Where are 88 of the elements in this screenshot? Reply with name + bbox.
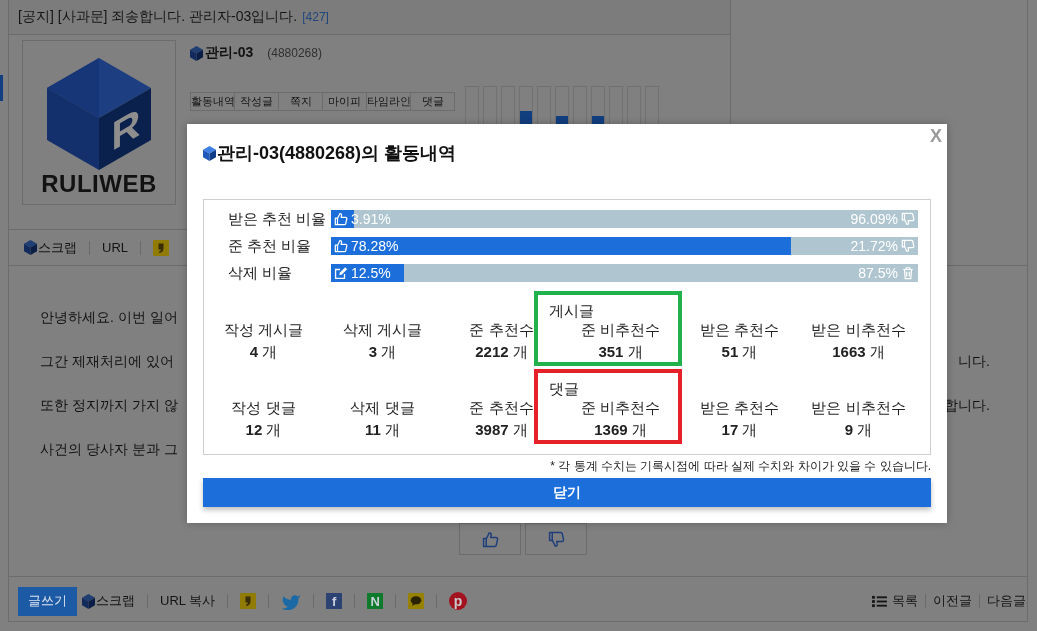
list-link[interactable]: 목록 <box>872 592 918 610</box>
stat-label: 받은 비추천수 <box>811 398 906 418</box>
profile-tab[interactable]: 마이피 <box>322 92 367 111</box>
ratio-label: 받은 추천 비율 <box>228 209 328 229</box>
stat-value: 51 개 <box>721 342 758 362</box>
close-button[interactable]: X <box>928 125 944 147</box>
stat-value: 11 개 <box>365 420 400 440</box>
ratio-value: 12.5% <box>351 265 391 281</box>
url-link[interactable]: URL 복사 <box>160 592 216 610</box>
group-label: 댓글 <box>549 380 579 397</box>
profile-tab[interactable]: 댓글 <box>410 92 455 111</box>
profile-tab[interactable]: 활동내역 <box>190 92 235 111</box>
stat-label: 준 비추천수 <box>580 320 661 340</box>
speech-bubble-icon[interactable] <box>408 593 425 609</box>
body-text: 또한 정지까지 가지 않 <box>40 397 178 415</box>
list-icon <box>872 594 887 608</box>
thumbs-up-icon <box>334 239 348 253</box>
stat-value: 3 개 <box>368 342 397 362</box>
scrap-link[interactable]: 스크랩 <box>24 238 77 257</box>
url-link[interactable]: URL <box>102 240 128 255</box>
upvote-button[interactable] <box>459 523 521 555</box>
stat-label: 준 추천수 <box>469 398 534 418</box>
profile-tab[interactable]: 쪽지 <box>278 92 323 111</box>
write-button[interactable]: 글쓰기 <box>18 586 77 616</box>
stat-value: 17 개 <box>721 420 758 440</box>
activity-bar <box>591 86 605 124</box>
group-label: 게시글 <box>549 302 594 319</box>
quote-tile-icon[interactable] <box>240 593 257 609</box>
thumbs-down-icon <box>901 239 915 253</box>
cube-icon <box>82 593 95 609</box>
post-title: [공지] [사과문] 죄송합니다. 관리자-03입니다. <box>18 8 298 26</box>
cube-icon <box>24 240 37 255</box>
logo-letter: R <box>111 98 141 160</box>
stat-value: 1369 개 <box>594 420 647 440</box>
share-button[interactable]: p <box>449 592 468 610</box>
thumbs-down-icon <box>901 212 915 226</box>
thumbs-down-icon <box>547 530 565 548</box>
stat-label: 받은 추천수 <box>699 320 780 340</box>
stat-label: 준 추천수 <box>469 320 534 340</box>
stat-label: 작성 게시글 <box>223 320 304 340</box>
body-text: 니다. <box>958 353 990 371</box>
thumbs-up-icon <box>334 212 348 226</box>
url-link[interactable]: 이전글 <box>933 592 972 610</box>
cube-icon <box>190 45 203 61</box>
profile-tab[interactable]: 타임라인 <box>366 92 411 111</box>
edit-icon <box>334 266 348 280</box>
stat-value: 1663 개 <box>832 342 885 362</box>
stat-label: 삭제 게시글 <box>342 320 423 340</box>
ratio-value: 21.72% <box>850 238 898 254</box>
ratio-value: 87.5% <box>858 265 898 281</box>
activity-bar <box>555 86 569 124</box>
stat-value: 12 개 <box>245 420 282 440</box>
stat-value: 3987 개 <box>475 420 528 440</box>
trash-icon <box>901 266 915 280</box>
user-name[interactable]: 관리-03 <box>205 44 254 62</box>
body-text: 안녕하세요. 이번 일어 <box>40 309 178 327</box>
stat-label: 작성 댓글 <box>231 398 296 418</box>
stat-value: 4 개 <box>249 342 278 362</box>
stat-value: 351 개 <box>598 342 643 362</box>
stat-label: 삭제 댓글 <box>350 398 415 418</box>
user-id: (4880268) <box>267 46 322 60</box>
ratio-value: 96.09% <box>850 211 898 227</box>
body-text: 그간 제재처리에 있어 <box>40 353 174 371</box>
dialog-title: 관리-03(4880268)의 활동내역 <box>217 142 457 165</box>
quote-tile-icon[interactable] <box>153 239 169 256</box>
profile-tab[interactable]: 작성글 <box>234 92 279 111</box>
stat-value: 9 개 <box>844 420 873 440</box>
body-text: 사건의 당사자 분과 그 <box>40 441 178 459</box>
share-button[interactable]: N <box>367 593 384 609</box>
share-button[interactable]: f <box>326 593 343 609</box>
body-text: 합니다. <box>944 397 990 415</box>
close-dialog-button[interactable]: 닫기 <box>203 478 931 507</box>
stat-label: 준 비추천수 <box>580 398 661 418</box>
downvote-button[interactable] <box>525 523 587 555</box>
ratio-label: 삭제 비율 <box>228 263 294 283</box>
stat-value: 2212 개 <box>475 342 528 362</box>
activity-bar <box>519 86 533 124</box>
ratio-value: 78.28% <box>351 238 399 254</box>
logo-wordmark: RULIWEB <box>41 171 157 197</box>
stat-label: 받은 비추천수 <box>811 320 906 340</box>
side-marker <box>0 75 3 101</box>
ratio-label: 준 추천 비율 <box>228 236 313 256</box>
disclaimer-note: * 각 통계 수치는 기록시점에 따라 실제 수치와 차이가 있을 수 있습니다. <box>550 458 931 474</box>
stat-label: 받은 추천수 <box>699 398 780 418</box>
scrap-link[interactable]: 스크랩 <box>82 592 135 610</box>
cube-icon <box>203 145 216 161</box>
thumbs-up-icon <box>481 530 499 548</box>
url-link[interactable]: 다음글 <box>987 592 1026 610</box>
